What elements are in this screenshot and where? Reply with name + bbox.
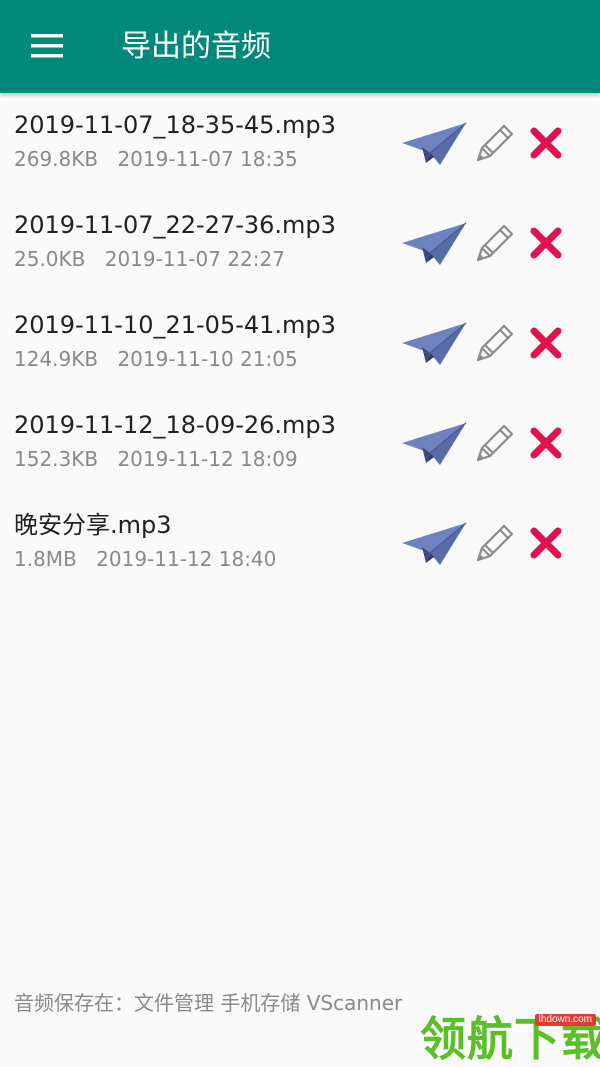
file-name: 2019-11-07_22-27-36.mp3: [14, 211, 336, 239]
close-x-icon: [530, 427, 562, 459]
close-x-icon: [530, 127, 562, 159]
menu-button[interactable]: [22, 24, 72, 68]
pencil-icon: [476, 224, 514, 262]
rename-button[interactable]: [468, 319, 520, 369]
file-date: 2019-11-07 22:27: [104, 247, 285, 271]
rename-button[interactable]: [468, 219, 520, 269]
hamburger-menu-icon: [31, 34, 63, 58]
paper-plane-icon: [402, 522, 467, 565]
pencil-icon: [476, 524, 514, 562]
delete-button[interactable]: [526, 423, 566, 463]
file-size: 269.8KB: [14, 147, 99, 171]
file-date: 2019-11-12 18:09: [117, 447, 298, 471]
paper-plane-icon: [402, 222, 467, 265]
app-toolbar: 导出的音频: [0, 0, 600, 93]
file-meta: 25.0KB 2019-11-07 22:27: [14, 245, 285, 273]
share-button[interactable]: [398, 119, 470, 169]
file-meta: 152.3KB 2019-11-12 18:09: [14, 445, 298, 473]
file-name: 2019-11-12_18-09-26.mp3: [14, 411, 336, 439]
file-size: 25.0KB: [14, 247, 86, 271]
rename-button[interactable]: [468, 519, 520, 569]
paper-plane-icon: [402, 422, 467, 465]
file-list-item[interactable]: 2019-11-07_18-35-45.mp3 269.8KB 2019-11-…: [0, 93, 600, 193]
watermark-logo: 领航下载 lhdown.com: [418, 1008, 600, 1067]
share-button[interactable]: [398, 219, 470, 269]
file-size: 124.9KB: [14, 347, 99, 371]
delete-button[interactable]: [526, 123, 566, 163]
paper-plane-icon: [402, 322, 467, 365]
file-date: 2019-11-07 18:35: [117, 147, 298, 171]
exported-audio-screen: 导出的音频 2019-11-07_18-35-45.mp3 269.8KB 20…: [0, 0, 600, 1067]
share-button[interactable]: [398, 419, 470, 469]
file-meta: 124.9KB 2019-11-10 21:05: [14, 345, 298, 373]
share-button[interactable]: [398, 519, 470, 569]
file-size: 152.3KB: [14, 447, 99, 471]
pencil-icon: [476, 324, 514, 362]
file-list-item[interactable]: 2019-11-12_18-09-26.mp3 152.3KB 2019-11-…: [0, 393, 600, 493]
file-name: 2019-11-10_21-05-41.mp3: [14, 311, 336, 339]
close-x-icon: [530, 527, 562, 559]
paper-plane-icon: [402, 122, 467, 165]
share-button[interactable]: [398, 319, 470, 369]
pencil-icon: [476, 424, 514, 462]
rename-button[interactable]: [468, 119, 520, 169]
file-meta: 269.8KB 2019-11-07 18:35: [14, 145, 298, 173]
close-x-icon: [530, 227, 562, 259]
file-list-item[interactable]: 2019-11-07_22-27-36.mp3 25.0KB 2019-11-0…: [0, 193, 600, 293]
file-size: 1.8MB: [14, 547, 77, 571]
file-meta: 1.8MB 2019-11-12 18:40: [14, 545, 276, 573]
save-location-note: 音频保存在：文件管理 手机存储 VScanner: [14, 991, 403, 1015]
close-x-icon: [530, 327, 562, 359]
delete-button[interactable]: [526, 223, 566, 263]
audio-file-list: 2019-11-07_18-35-45.mp3 269.8KB 2019-11-…: [0, 93, 600, 593]
file-name: 2019-11-07_18-35-45.mp3: [14, 111, 336, 139]
pencil-icon: [476, 124, 514, 162]
watermark-url: lhdown.com: [534, 1014, 596, 1026]
file-date: 2019-11-10 21:05: [117, 347, 298, 371]
delete-button[interactable]: [526, 323, 566, 363]
file-list-item[interactable]: 2019-11-10_21-05-41.mp3 124.9KB 2019-11-…: [0, 293, 600, 393]
delete-button[interactable]: [526, 523, 566, 563]
file-name: 晚安分享.mp3: [14, 511, 172, 539]
rename-button[interactable]: [468, 419, 520, 469]
page-title: 导出的音频: [121, 29, 271, 64]
file-list-item[interactable]: 晚安分享.mp3 1.8MB 2019-11-12 18:40: [0, 493, 600, 593]
file-date: 2019-11-12 18:40: [96, 547, 277, 571]
